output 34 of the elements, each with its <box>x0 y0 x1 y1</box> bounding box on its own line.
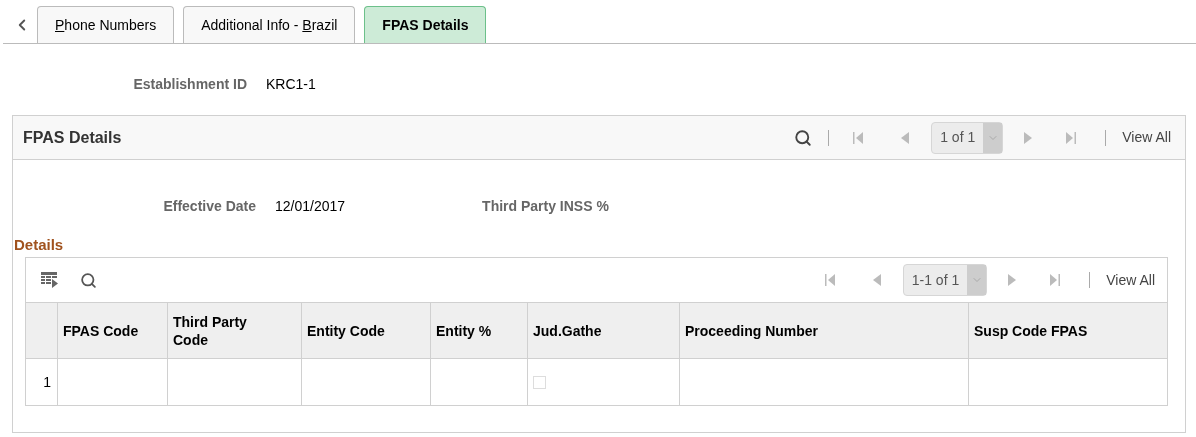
column-header: Jud.Gathe <box>533 321 602 340</box>
checkbox[interactable] <box>533 375 546 389</box>
column-header: FPAS Code <box>63 321 139 340</box>
previous-icon[interactable] <box>901 131 910 144</box>
field-label: Establishment ID <box>132 74 247 94</box>
section-title: Details <box>14 235 64 255</box>
last-page-icon[interactable] <box>1050 274 1061 286</box>
page-selector[interactable]: 1-1 of 1 <box>902 264 988 296</box>
column-header: Entity Code <box>307 321 385 340</box>
row-number: 1 <box>43 372 51 392</box>
tab[interactable]: Phone Numbers <box>37 6 175 43</box>
search-icon[interactable] <box>794 128 813 147</box>
page-selector[interactable]: 1 of 1 <box>931 121 1004 154</box>
column-header: Entity % <box>436 321 492 340</box>
column-header: Proceeding Number <box>685 321 819 340</box>
search-icon[interactable] <box>80 271 97 289</box>
next-icon[interactable] <box>1024 131 1033 144</box>
field-value: KRC1-1 <box>266 74 316 94</box>
column-header: Susp Code FPAS <box>974 321 1088 340</box>
field-value: 12/01/2017 <box>275 196 346 216</box>
view-all-link[interactable]: View All <box>1122 127 1171 148</box>
previous-icon[interactable] <box>872 274 881 286</box>
field-label: Third Party INSS % <box>482 196 609 216</box>
view-all-link[interactable]: View All <box>1106 269 1155 291</box>
next-icon[interactable] <box>1008 274 1017 286</box>
first-page-icon[interactable] <box>853 131 864 144</box>
column-header: Third Party Code <box>173 312 248 349</box>
table-options-icon[interactable] <box>41 272 59 288</box>
field-label: Effective Date <box>162 196 256 216</box>
first-page-icon[interactable] <box>824 274 835 286</box>
tab[interactable]: Additional Info - Brazil <box>183 6 356 43</box>
tab[interactable]: FPAS Details <box>364 6 487 43</box>
last-page-icon[interactable] <box>1066 131 1077 144</box>
panel-title: FPAS Details <box>23 127 122 148</box>
